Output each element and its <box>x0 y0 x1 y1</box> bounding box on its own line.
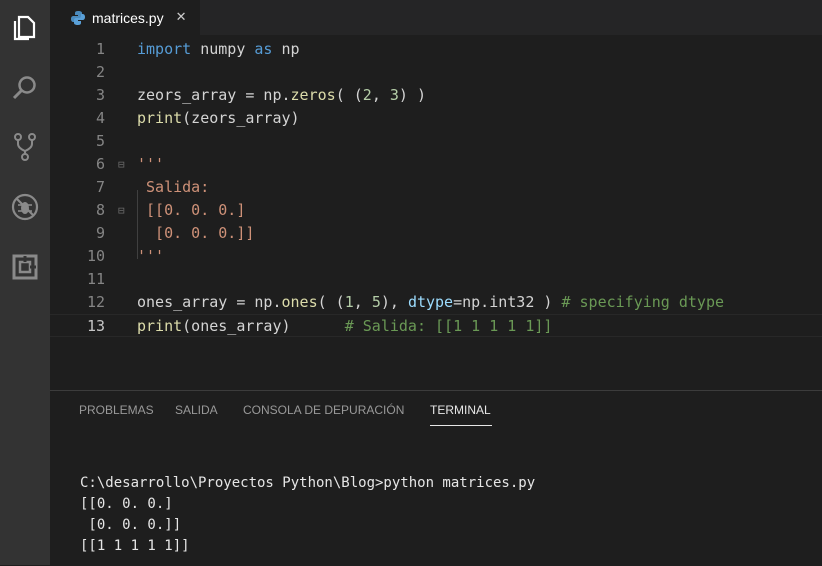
number: 2 <box>362 86 372 104</box>
code-editor[interactable]: 1 import numpy as np 2 3 zeors_array = n… <box>50 38 822 388</box>
code-text: np <box>272 40 300 58</box>
line-number: 10 <box>86 247 105 265</box>
number: 5 <box>371 293 381 311</box>
line-number: 8 <box>95 201 105 219</box>
git-branch-icon <box>14 133 36 161</box>
line-number: 6 <box>95 155 105 173</box>
terminal-line: [[1 1 1 1 1]] <box>80 538 190 554</box>
code-line: 4 print(zeors_array) <box>50 107 822 130</box>
search-button[interactable] <box>0 63 50 113</box>
code-line: 1 import numpy as np <box>50 38 822 61</box>
function-name: print <box>137 109 183 127</box>
code-text: (ones_array) <box>182 317 345 335</box>
terminal-line: [0. 0. 0.]] <box>80 517 182 533</box>
code-line: 12 ones_array = np.ones( (1, 5), dtype=n… <box>50 291 822 314</box>
code-line: 6 ⊟ ''' <box>50 153 822 176</box>
line-number: 4 <box>95 109 105 127</box>
line-number: 9 <box>95 224 105 242</box>
comment: # specifying dtype <box>561 293 725 311</box>
code-text: ( ( <box>335 86 363 104</box>
line-number: 12 <box>86 293 105 311</box>
code-text: ones_array = np. <box>137 293 282 311</box>
activity-bar <box>0 0 50 565</box>
code-line: 7 Salida: <box>50 176 822 199</box>
code-text: ) ) <box>398 86 426 104</box>
function-name: print <box>137 317 183 335</box>
code-line: 3 zeors_array = np.zeros( (2, 3) ) <box>50 84 822 107</box>
string: ''' <box>137 155 165 173</box>
line-number: 11 <box>86 270 105 288</box>
active-tab-indicator <box>430 425 492 426</box>
number: 1 <box>344 293 354 311</box>
number: 3 <box>389 86 399 104</box>
line-number: 7 <box>95 178 105 196</box>
tab-label: matrices.py <box>92 9 164 26</box>
tab-terminal[interactable]: TERMINAL <box>430 403 491 417</box>
explorer-button[interactable] <box>0 3 50 53</box>
code-line: 9 [0. 0. 0.]] <box>50 222 822 245</box>
python-file-icon <box>71 10 85 25</box>
code-text: , <box>353 293 372 311</box>
tab-bar: matrices.py ✕ <box>50 0 822 35</box>
current-code-line: 13 print(ones_array) # Salida: [[1 1 1 1… <box>50 314 822 337</box>
extensions-button[interactable] <box>0 242 50 292</box>
terminal-output[interactable]: C:\desarrollo\Proyectos Python\Blog>pyth… <box>80 473 535 557</box>
code-text: , <box>371 86 390 104</box>
code-text: ), <box>380 293 408 311</box>
search-icon <box>12 76 36 100</box>
string: [[0. 0. 0.] <box>137 201 246 219</box>
code-line: 8 ⊟ [[0. 0. 0.] <box>50 199 822 222</box>
extensions-icon <box>12 254 38 280</box>
fold-icon[interactable]: ⊟ <box>118 153 125 176</box>
tab-salida[interactable]: SALIDA <box>175 403 218 417</box>
line-number: 3 <box>95 86 105 104</box>
parameter: dtype <box>407 293 454 311</box>
source-control-button[interactable] <box>0 122 50 172</box>
string: Salida: <box>137 178 210 196</box>
code-line: 2 <box>50 61 822 84</box>
debug-icon <box>11 193 39 221</box>
tab-problemas[interactable]: PROBLEMAS <box>79 403 154 417</box>
code-text: (zeors_array) <box>182 109 300 127</box>
fold-icon[interactable]: ⊟ <box>118 199 125 222</box>
code-line: 11 <box>50 268 822 291</box>
debug-button[interactable] <box>0 182 50 232</box>
tab-matrices-py[interactable]: matrices.py ✕ <box>50 0 200 35</box>
code-line: 10 ''' <box>50 245 822 268</box>
line-number: 5 <box>95 132 105 150</box>
line-number: 1 <box>95 40 105 58</box>
code-text: numpy <box>191 40 255 58</box>
bottom-panel: PROBLEMAS SALIDA CONSOLA DE DEPURACIÓN T… <box>50 390 822 566</box>
files-icon <box>13 15 36 41</box>
string: [0. 0. 0.]] <box>137 224 255 242</box>
terminal-line: [[0. 0. 0.] <box>80 496 173 512</box>
terminal-line: C:\desarrollo\Proyectos Python\Blog>pyth… <box>80 475 536 491</box>
code-text: zeors_array = np. <box>137 86 291 104</box>
function-name: ones <box>281 293 318 311</box>
line-number: 2 <box>95 63 105 81</box>
function-name: zeros <box>290 86 336 104</box>
keyword: import <box>137 40 192 58</box>
line-number: 13 <box>86 317 105 335</box>
code-text: =np.int32 ) <box>453 293 562 311</box>
code-line: 5 <box>50 130 822 153</box>
code-text: ( ( <box>317 293 345 311</box>
tab-consola-depuracion[interactable]: CONSOLA DE DEPURACIÓN <box>243 403 404 417</box>
keyword: as <box>254 40 273 58</box>
string: ''' <box>137 247 165 265</box>
close-icon[interactable]: ✕ <box>176 10 187 25</box>
comment: # Salida: [[1 1 1 1 1]] <box>344 317 553 335</box>
